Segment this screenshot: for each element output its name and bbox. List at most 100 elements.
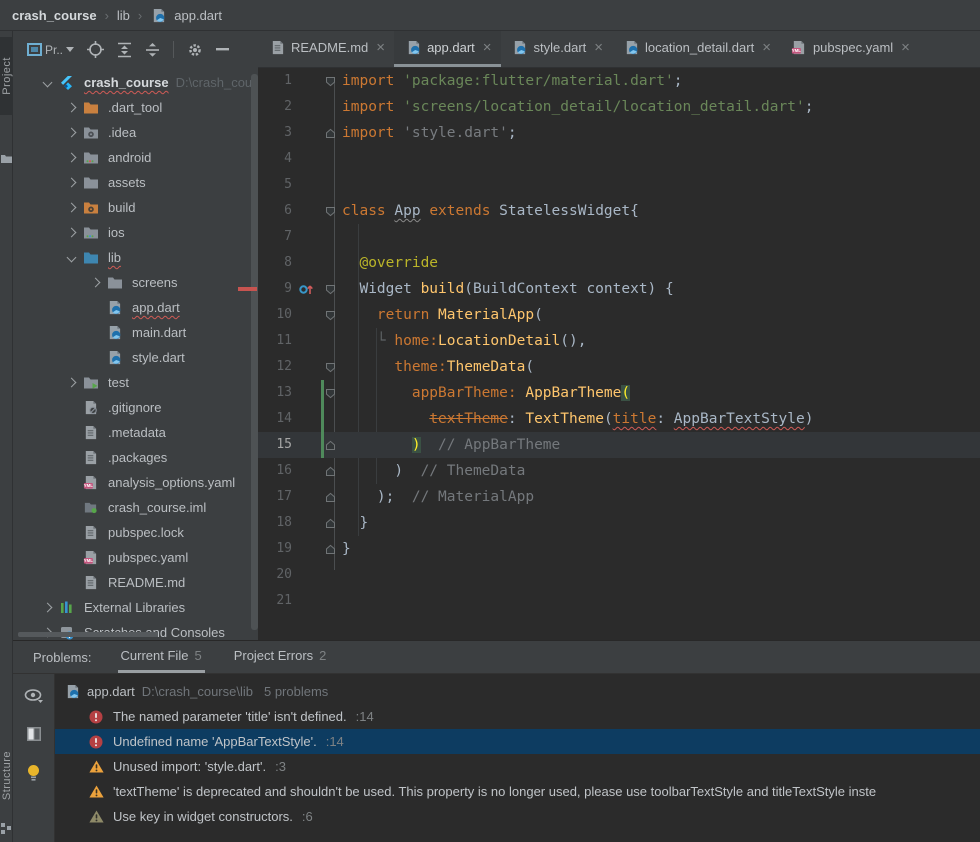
tree-row[interactable]: External Libraries — [13, 595, 258, 620]
fold-down-icon[interactable] — [320, 380, 341, 406]
tree-row[interactable]: android — [13, 145, 258, 170]
tree-chevron-icon[interactable] — [59, 477, 83, 489]
tree-chevron-icon[interactable] — [59, 527, 83, 539]
code-line[interactable]: 18 } — [258, 510, 980, 536]
code-line[interactable]: 13 appBarTheme: AppBarTheme( — [258, 380, 980, 406]
structure-icon[interactable] — [1, 821, 12, 839]
tree-row[interactable]: .gitignore — [13, 395, 258, 420]
tree-row[interactable]: pubspec.lock — [13, 520, 258, 545]
code-line[interactable]: 7 — [258, 224, 980, 250]
tree-row[interactable]: main.dart — [13, 320, 258, 345]
tree-chevron-icon[interactable] — [59, 177, 83, 189]
problem-row[interactable]: Unused import: 'style.dart'. :3 — [55, 754, 980, 779]
tree-h-scrollbar[interactable] — [18, 632, 158, 637]
code-line[interactable]: 19 } — [258, 536, 980, 562]
tree-chevron-icon[interactable] — [83, 327, 107, 339]
tree-chevron-icon[interactable] — [59, 402, 83, 414]
tree-chevron-icon[interactable] — [59, 202, 83, 214]
code-line[interactable]: 11 └ home:LocationDetail(), — [258, 328, 980, 354]
problem-row[interactable]: Use key in widget constructors. :6 — [55, 804, 980, 829]
tree-chevron-icon[interactable] — [59, 502, 83, 514]
problem-row[interactable]: Undefined name 'AppBarTextStyle'. :14 — [55, 729, 980, 754]
breadcrumb-file[interactable]: app.dart — [174, 8, 222, 23]
problems-tab[interactable]: Project Errors 2 — [231, 641, 330, 673]
panel-layout-icon[interactable] — [26, 726, 42, 747]
code-editor[interactable]: 1 import 'package:flutter/material.dart'… — [258, 68, 980, 640]
tree-chevron-icon[interactable] — [59, 102, 83, 114]
code-line[interactable]: 6 class App extends StatelessWidget{ — [258, 198, 980, 224]
tree-row[interactable]: assets — [13, 170, 258, 195]
code-line[interactable]: 8 @override — [258, 250, 980, 276]
tree-chevron-icon[interactable] — [35, 77, 59, 89]
tree-row[interactable]: ios — [13, 220, 258, 245]
tree-chevron-icon[interactable] — [59, 152, 83, 164]
tree-chevron-icon[interactable] — [59, 377, 83, 389]
close-icon[interactable]: × — [483, 39, 492, 56]
tree-chevron-icon[interactable] — [59, 252, 83, 264]
close-icon[interactable]: × — [594, 39, 603, 56]
fold-down-icon[interactable] — [320, 354, 341, 380]
fold-up-icon[interactable] — [320, 458, 341, 484]
preview-eye-icon[interactable] — [24, 688, 44, 709]
folder-icon[interactable] — [1, 151, 12, 169]
close-icon[interactable]: × — [901, 39, 910, 56]
fold-up-icon[interactable] — [320, 536, 341, 562]
code-line[interactable]: 9 Widget build(BuildContext context) { — [258, 276, 980, 302]
hide-panel-icon[interactable] — [216, 48, 229, 51]
tree-row[interactable]: .packages — [13, 445, 258, 470]
editor-tab[interactable]: YML pubspec.yaml × — [780, 31, 919, 67]
close-icon[interactable]: × — [376, 39, 385, 56]
code-line[interactable]: 15 ) // AppBarTheme — [258, 432, 980, 458]
code-line[interactable]: 4 — [258, 146, 980, 172]
code-line[interactable]: 21 — [258, 588, 980, 614]
problem-row[interactable]: 'textTheme' is deprecated and shouldn't … — [55, 779, 980, 804]
close-icon[interactable]: × — [762, 39, 771, 56]
code-line[interactable]: 10 return MaterialApp( — [258, 302, 980, 328]
project-view-selector[interactable]: Pr.. — [27, 42, 74, 57]
tree-chevron-icon[interactable] — [59, 427, 83, 439]
tree-chevron-icon[interactable] — [83, 352, 107, 364]
tree-chevron-icon[interactable] — [83, 302, 107, 314]
fold-up-icon[interactable] — [320, 120, 341, 146]
code-line[interactable]: 2 import 'screens/location_detail/locati… — [258, 94, 980, 120]
tree-row[interactable]: .metadata — [13, 420, 258, 445]
tree-chevron-icon[interactable] — [59, 552, 83, 564]
breadcrumb-project[interactable]: crash_course — [12, 8, 97, 23]
fold-down-icon[interactable] — [320, 198, 341, 224]
tree-row[interactable]: Scratches and Consoles — [13, 620, 258, 640]
problem-row[interactable]: The named parameter 'title' isn't define… — [55, 704, 980, 729]
tree-chevron-icon[interactable] — [83, 277, 107, 289]
tree-row[interactable]: crash_course.iml — [13, 495, 258, 520]
editor-tab[interactable]: location_detail.dart × — [612, 31, 780, 67]
fold-up-icon[interactable] — [320, 432, 341, 458]
fold-down-icon[interactable] — [320, 302, 341, 328]
code-line[interactable]: 3 import 'style.dart'; — [258, 120, 980, 146]
tree-chevron-icon[interactable] — [59, 227, 83, 239]
tree-row[interactable]: screens — [13, 270, 258, 295]
tree-row[interactable]: app.dart — [13, 295, 258, 320]
quickfix-bulb-icon[interactable] — [26, 764, 41, 787]
tree-row[interactable]: lib — [13, 245, 258, 270]
collapse-all-icon[interactable] — [145, 42, 160, 58]
tree-row[interactable]: YML pubspec.yaml — [13, 545, 258, 570]
code-line[interactable]: 14 textTheme: TextTheme(title: AppBarTex… — [258, 406, 980, 432]
tree-row[interactable]: YML analysis_options.yaml — [13, 470, 258, 495]
breadcrumb-lib[interactable]: lib — [117, 8, 130, 23]
editor-tab[interactable]: README.md × — [258, 31, 394, 67]
tree-row[interactable]: .idea — [13, 120, 258, 145]
tool-window-project-button[interactable]: Project — [0, 37, 13, 115]
code-line[interactable]: 5 — [258, 172, 980, 198]
tree-chevron-icon[interactable] — [59, 127, 83, 139]
problems-file-row[interactable]: app.dart D:\crash_course\lib 5 problems — [55, 679, 980, 704]
code-line[interactable]: 16 ) // ThemeData — [258, 458, 980, 484]
fold-down-icon[interactable] — [320, 68, 341, 94]
fold-up-icon[interactable] — [320, 510, 341, 536]
tree-row[interactable]: .dart_tool — [13, 95, 258, 120]
tree-chevron-icon[interactable] — [59, 577, 83, 589]
tree-scrollbar[interactable] — [251, 74, 258, 630]
tree-chevron-icon[interactable] — [59, 452, 83, 464]
expand-all-icon[interactable] — [117, 42, 132, 58]
code-line[interactable]: 20 — [258, 562, 980, 588]
code-line[interactable]: 17 ); // MaterialApp — [258, 484, 980, 510]
tree-row[interactable]: crash_course D:\crash_cours — [13, 70, 258, 95]
